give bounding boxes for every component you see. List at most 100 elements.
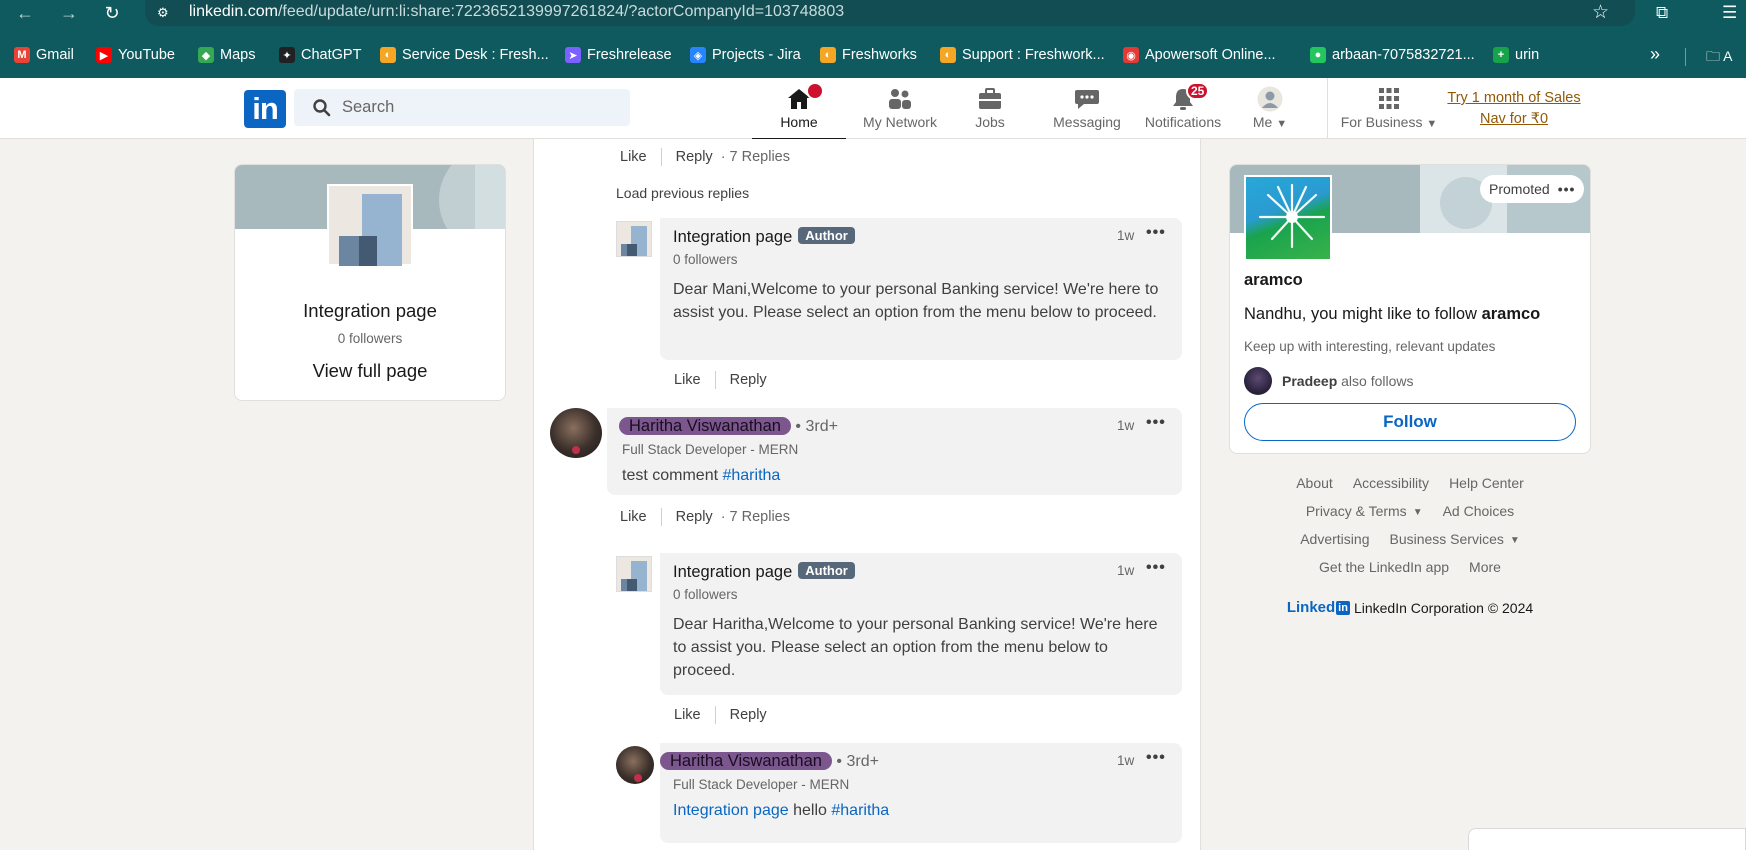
back-arrow-icon[interactable]: ← [14,2,36,24]
footer-get-app-link[interactable]: Get the LinkedIn app [1319,559,1449,575]
nav-for-business[interactable]: For Business ▼ [1334,78,1444,139]
nav-home[interactable]: Home [752,78,846,140]
linkedin-logo[interactable]: in [244,90,286,128]
bookmark-item[interactable]: ◐ Service Desk : Fresh... [380,44,549,66]
bookmark-item[interactable]: ◐ Freshworks [820,44,917,66]
commenter-avatar[interactable] [616,746,654,784]
profile-name[interactable]: Integration page [235,300,505,322]
bookmark-item[interactable]: ● arbaan-7075832721... [1310,44,1475,66]
mention-link[interactable]: Integration page [673,802,789,819]
footer-privacy-terms-link[interactable]: Privacy & Terms ▼ [1306,503,1423,519]
reply-author[interactable]: Integration page Author [673,562,855,582]
user-avatar-icon [1257,86,1283,112]
commenter-name[interactable]: Haritha Viswanathan [660,752,832,770]
nav-me[interactable]: Me ▼ [1246,78,1294,139]
like-button[interactable]: Like [620,509,647,525]
view-full-page-link[interactable]: View full page [235,360,505,382]
bookmark-label: urin [1515,47,1540,63]
bookmark-label: arbaan-7075832721... [1332,47,1475,63]
nav-me-text: Me [1252,114,1273,130]
search-box[interactable] [294,89,630,126]
nav-notifications-label: Notifications [1144,114,1222,130]
premium-trial-link[interactable]: Try 1 month of Sales Nav for ₹0 [1446,88,1582,130]
aramco-logo[interactable] [1244,175,1332,261]
site-info-icon[interactable]: ⚙ [157,5,173,21]
reply-author[interactable]: Integration page Author [673,227,855,247]
social-proof-suffix: also follows [1341,373,1414,389]
footer-row-4: Get the LinkedIn app More [1229,559,1591,575]
address-bar[interactable]: ⚙ linkedin.com/feed/update/urn:li:share:… [145,0,1635,26]
commenter-name-row: Haritha Viswanathan • 3rd+ [660,749,879,773]
promoted-tag: Promoted ••• [1480,175,1585,203]
bookmark-item[interactable]: ✦ ChatGPT [279,44,361,66]
reply-actions: Like Reply [674,706,767,724]
commenter-avatar[interactable] [550,408,602,458]
more-options-icon[interactable]: ••• [1146,414,1166,432]
footer-row-2: Privacy & Terms ▼ Ad Choices [1229,503,1591,519]
hashtag-link[interactable]: #haritha [831,802,889,819]
header-divider [1327,78,1328,139]
linkedin-header: in Home My Network Jobs Messaging 25 Not… [0,78,1746,140]
replies-count[interactable]: · 7 Replies [721,149,790,165]
reply-button[interactable]: Reply [676,509,713,525]
search-input[interactable] [342,89,612,126]
comment-actions: Like Reply · 7 Replies [620,148,790,166]
more-options-icon[interactable]: ••• [1558,181,1576,197]
forward-arrow-icon[interactable]: → [58,2,80,24]
footer-about-link[interactable]: About [1296,475,1333,491]
reading-list-icon[interactable]: ☰ [1722,3,1737,23]
bookmark-item[interactable]: ◉ Apowersoft Online... [1123,44,1276,66]
load-previous-replies-button[interactable]: Load previous replies [616,185,749,201]
commenter-name-row: Haritha Viswanathan • 3rd+ [619,414,838,438]
author-badge: Author [798,227,855,244]
footer-help-center-link[interactable]: Help Center [1449,475,1524,491]
hashtag-link[interactable]: #haritha [722,467,780,484]
reply-button[interactable]: Reply [730,707,767,723]
like-button[interactable]: Like [620,149,647,165]
nav-messaging[interactable]: Messaging [1044,78,1130,139]
more-options-icon[interactable]: ••• [1146,749,1166,767]
footer-ad-choices-link[interactable]: Ad Choices [1443,503,1515,519]
more-options-icon[interactable]: ••• [1146,224,1166,242]
bookmark-item[interactable]: ➤ Freshrelease [565,44,672,66]
bookmark-star-icon[interactable]: ☆ [1592,2,1609,24]
bookmark-item[interactable]: M Gmail [14,44,74,66]
bookmark-folder-label: A [1723,48,1733,64]
footer-more-link[interactable]: More [1469,559,1501,575]
bookmark-item[interactable]: ◈ Projects - Jira [690,44,801,66]
messaging-overlay[interactable] [1468,828,1746,850]
bookmark-folder[interactable]: 🗀 A [1706,46,1732,70]
url-text[interactable]: linkedin.com/feed/update/urn:li:share:72… [189,3,844,21]
reply-button[interactable]: Reply [676,149,713,165]
more-options-icon[interactable]: ••• [1146,559,1166,577]
reply-button[interactable]: Reply [730,372,767,388]
nav-my-network[interactable]: My Network [852,78,948,139]
bookmark-item[interactable]: ◐ Support : Freshwork... [940,44,1105,66]
footer-accessibility-link[interactable]: Accessibility [1353,475,1429,491]
like-button[interactable]: Like [674,372,701,388]
commenter-name[interactable]: Haritha Viswanathan [619,417,791,435]
follow-button[interactable]: Follow [1244,403,1576,441]
footer-advertising-link[interactable]: Advertising [1300,531,1369,547]
extensions-icon[interactable]: ⧉ [1656,3,1668,23]
bookmark-label: YouTube [118,47,175,63]
like-button[interactable]: Like [674,707,701,723]
bookmark-item[interactable]: + urin [1493,44,1539,66]
bookmark-label: ChatGPT [301,47,362,63]
nav-notifications[interactable]: 25 Notifications [1140,78,1226,139]
nav-messaging-label: Messaging [1053,114,1121,130]
bookmark-item[interactable]: ◆ Maps [198,44,255,66]
reload-icon[interactable]: ↻ [101,2,123,24]
bookmarks-overflow-icon[interactable]: » [1650,44,1660,65]
footer-business-services-link[interactable]: Business Services ▼ [1389,531,1519,547]
replies-count[interactable]: · 7 Replies [721,509,790,525]
ad-company-name[interactable]: aramco [1244,271,1303,290]
org-logo[interactable] [327,184,413,266]
bookmark-favicon-icon: ◐ [820,47,836,63]
reply-avatar[interactable] [616,556,652,592]
reply-avatar[interactable] [616,221,652,257]
mutual-follower-name: Pradeep [1282,373,1338,389]
nav-jobs[interactable]: Jobs [962,78,1018,139]
browser-toolbar-gap [0,26,1746,40]
bookmark-item[interactable]: ▶ YouTube [96,44,175,66]
